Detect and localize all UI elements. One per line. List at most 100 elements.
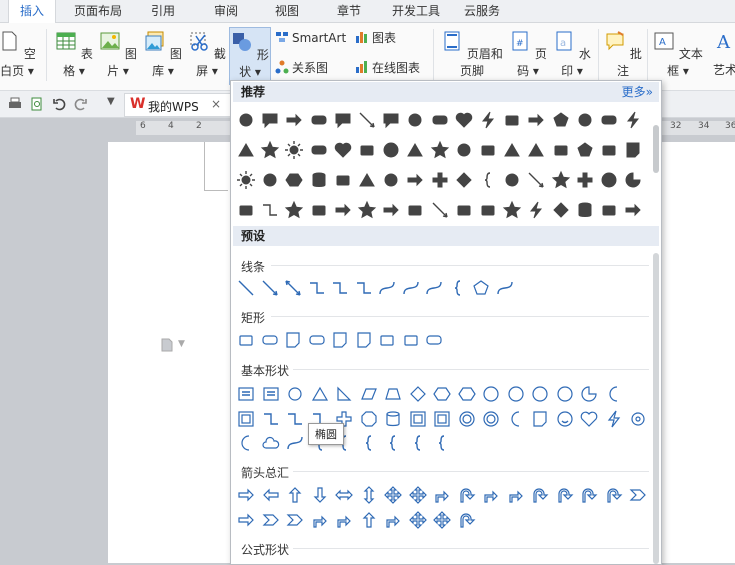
arrowL-shape-icon[interactable] bbox=[261, 485, 281, 505]
lineA-shape-icon[interactable] bbox=[260, 278, 280, 298]
undo-icon[interactable] bbox=[52, 97, 66, 111]
bent-shape-icon[interactable] bbox=[506, 485, 526, 505]
pent-shape-icon[interactable] bbox=[551, 110, 571, 130]
rect-shape-icon[interactable] bbox=[309, 200, 329, 220]
arrowR-shape-icon[interactable] bbox=[405, 170, 425, 190]
close-icon[interactable]: × bbox=[211, 97, 221, 111]
picture-button[interactable]: 图片 ▾ bbox=[98, 27, 138, 83]
bent-shape-icon[interactable] bbox=[383, 510, 403, 530]
textbox-shape-icon[interactable] bbox=[261, 384, 281, 404]
tab-page-layout[interactable]: 页面布局 bbox=[66, 0, 130, 22]
rect-shape-icon[interactable] bbox=[454, 200, 474, 220]
cyl-shape-icon[interactable] bbox=[575, 200, 595, 220]
frame-shape-icon[interactable] bbox=[408, 409, 428, 429]
curve-shape-icon[interactable] bbox=[377, 278, 397, 298]
tab-view[interactable]: 视图 bbox=[264, 0, 310, 22]
star-shape-icon[interactable] bbox=[260, 140, 280, 160]
brace-shape-icon[interactable] bbox=[408, 433, 428, 453]
rect-shape-icon[interactable] bbox=[333, 170, 353, 190]
rrect-shape-icon[interactable] bbox=[309, 110, 329, 130]
rrect-shape-icon[interactable] bbox=[307, 330, 327, 350]
ring-shape-icon[interactable] bbox=[381, 140, 401, 160]
page-number-button[interactable]: # 页码 ▾ bbox=[508, 27, 548, 83]
chevron-shape-icon[interactable] bbox=[285, 510, 305, 530]
rrect-shape-icon[interactable] bbox=[430, 110, 450, 130]
rrect-shape-icon[interactable] bbox=[599, 110, 619, 130]
rect-shape-icon[interactable] bbox=[405, 200, 425, 220]
star-shape-icon[interactable] bbox=[430, 140, 450, 160]
circle-shape-icon[interactable] bbox=[454, 140, 474, 160]
chevron-shape-icon[interactable] bbox=[261, 510, 281, 530]
rrect-shape-icon[interactable] bbox=[260, 330, 280, 350]
elbow-shape-icon[interactable] bbox=[354, 278, 374, 298]
plus-shape-icon[interactable] bbox=[575, 170, 595, 190]
pent-shape-icon[interactable] bbox=[471, 278, 491, 298]
elbow-shape-icon[interactable] bbox=[307, 278, 327, 298]
heart-shape-icon[interactable] bbox=[333, 140, 353, 160]
bent-shape-icon[interactable] bbox=[334, 510, 354, 530]
elbow-shape-icon[interactable] bbox=[260, 200, 280, 220]
tab-review[interactable]: 审阅 bbox=[203, 0, 249, 22]
bolt-shape-icon[interactable] bbox=[604, 409, 624, 429]
uturn-shape-icon[interactable] bbox=[579, 485, 599, 505]
smartart-button[interactable]: SmartArt bbox=[275, 28, 346, 48]
heart-shape-icon[interactable] bbox=[454, 110, 474, 130]
cyl-shape-icon[interactable] bbox=[309, 170, 329, 190]
arrowU-shape-icon[interactable] bbox=[359, 510, 379, 530]
rrect-shape-icon[interactable] bbox=[309, 140, 329, 160]
relation-button[interactable]: 关系图 bbox=[275, 58, 328, 78]
rect-shape-icon[interactable] bbox=[478, 200, 498, 220]
rect-shape-icon[interactable] bbox=[236, 330, 256, 350]
tri-shape-icon[interactable] bbox=[357, 170, 377, 190]
rect-shape-icon[interactable] bbox=[401, 330, 421, 350]
rect-shape-icon[interactable] bbox=[502, 110, 522, 130]
rect-shape-icon[interactable] bbox=[599, 140, 619, 160]
arrowR-shape-icon[interactable] bbox=[333, 200, 353, 220]
note-shape-icon[interactable] bbox=[283, 330, 303, 350]
sun-shape-icon[interactable] bbox=[284, 140, 304, 160]
comment-button[interactable]: 批注 bbox=[604, 27, 642, 83]
rect-shape-icon[interactable] bbox=[599, 200, 619, 220]
plus-shape-icon[interactable] bbox=[430, 170, 450, 190]
uturn-shape-icon[interactable] bbox=[530, 485, 550, 505]
moon-shape-icon[interactable] bbox=[506, 409, 526, 429]
tab-chapter[interactable]: 章节 bbox=[326, 0, 372, 22]
arrowR-shape-icon[interactable] bbox=[236, 485, 256, 505]
pie-shape-icon[interactable] bbox=[579, 384, 599, 404]
redo-icon[interactable] bbox=[74, 97, 88, 111]
brace-shape-icon[interactable] bbox=[448, 278, 468, 298]
bolt-shape-icon[interactable] bbox=[526, 200, 546, 220]
arrowR-shape-icon[interactable] bbox=[284, 110, 304, 130]
chevron-shape-icon[interactable] bbox=[628, 485, 648, 505]
brace-shape-icon[interactable] bbox=[432, 433, 452, 453]
arrowD-shape-icon[interactable] bbox=[310, 485, 330, 505]
bolt-shape-icon[interactable] bbox=[478, 110, 498, 130]
note-shape-icon[interactable] bbox=[623, 140, 643, 160]
gallery-button[interactable]: 图库 ▾ bbox=[143, 27, 183, 83]
rect-shape-icon[interactable] bbox=[236, 200, 256, 220]
ring-shape-icon[interactable] bbox=[457, 409, 477, 429]
frame-shape-icon[interactable] bbox=[432, 409, 452, 429]
print-icon[interactable] bbox=[8, 97, 22, 111]
tri-shape-icon[interactable] bbox=[310, 384, 330, 404]
curve-shape-icon[interactable] bbox=[285, 433, 305, 453]
para-shape-icon[interactable] bbox=[359, 384, 379, 404]
arrowR-shape-icon[interactable] bbox=[381, 200, 401, 220]
pie-shape-icon[interactable] bbox=[623, 170, 643, 190]
lineA-shape-icon[interactable] bbox=[526, 170, 546, 190]
cross4-shape-icon[interactable] bbox=[383, 485, 403, 505]
lineA-shape-icon[interactable] bbox=[430, 200, 450, 220]
trap-shape-icon[interactable] bbox=[383, 384, 403, 404]
arrowR-shape-icon[interactable] bbox=[623, 200, 643, 220]
circle-shape-icon[interactable] bbox=[260, 170, 280, 190]
line-shape-icon[interactable] bbox=[236, 278, 256, 298]
rect-shape-icon[interactable] bbox=[551, 140, 571, 160]
tri-shape-icon[interactable] bbox=[526, 140, 546, 160]
arrowU-shape-icon[interactable] bbox=[285, 485, 305, 505]
cross4-shape-icon[interactable] bbox=[408, 485, 428, 505]
lineAA-shape-icon[interactable] bbox=[283, 278, 303, 298]
bolt-shape-icon[interactable] bbox=[623, 110, 643, 130]
cross4-shape-icon[interactable] bbox=[432, 510, 452, 530]
sun-shape-icon[interactable] bbox=[236, 170, 256, 190]
brace-shape-icon[interactable] bbox=[383, 433, 403, 453]
